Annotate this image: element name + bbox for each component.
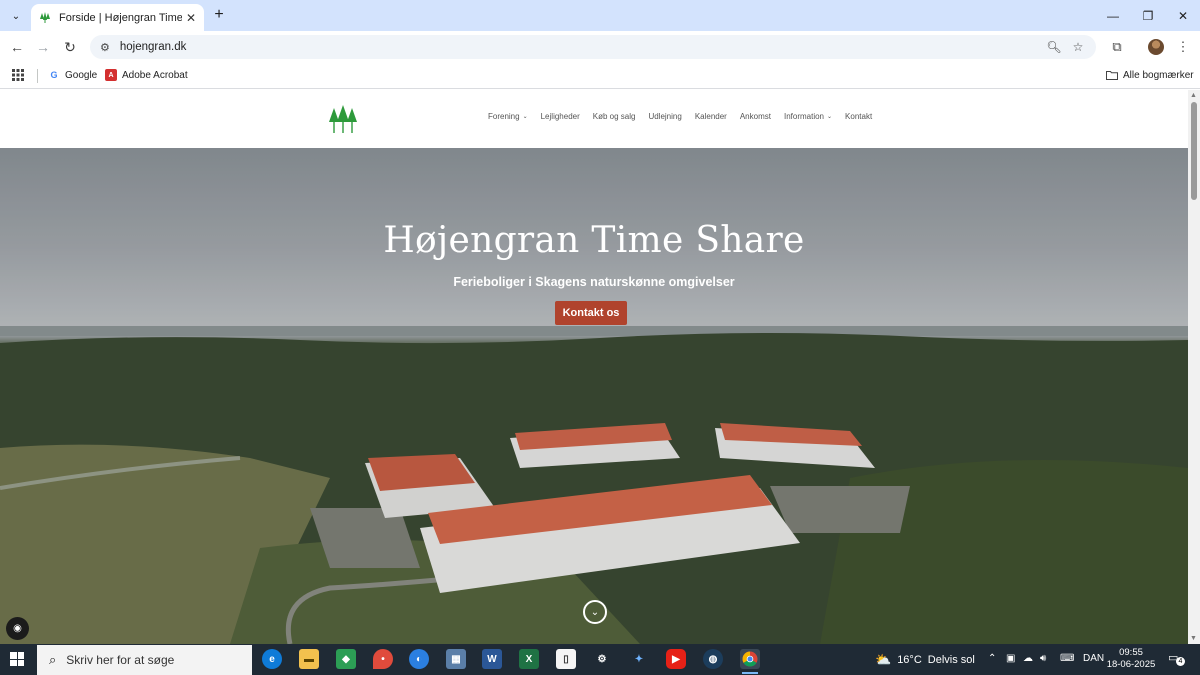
site-header: Forening ⌄ Lejligheder Køb og salg Udlejn…: [0, 90, 1188, 148]
tab-strip: ⌄ Forside | Højengran Time Share ✕ + — ❐…: [0, 0, 1200, 31]
weather-temp: 16°C: [897, 654, 922, 666]
browser-tab[interactable]: Forside | Højengran Time Share ✕: [31, 4, 204, 31]
forward-icon[interactable]: →: [32, 36, 54, 58]
nav-item-koeb-og-salg[interactable]: Køb og salg: [593, 112, 636, 121]
scroll-up-arrow-icon[interactable]: ▲: [1190, 92, 1197, 99]
scroll-down-arrow-icon[interactable]: ▼: [1190, 635, 1197, 642]
accessibility-toggle-icon[interactable]: ◉: [6, 617, 29, 640]
bookmarks-bar: G Google A Adobe Acrobat Alle bogmærker: [0, 62, 1200, 89]
globe-icon[interactable]: ◐: [409, 649, 429, 669]
settings-gear-icon[interactable]: ⚙: [592, 649, 612, 669]
apps-grid-icon[interactable]: [12, 68, 24, 82]
clock-date: 18-06-2025: [1106, 659, 1156, 670]
taskbar-search-box[interactable]: ⌕ Skriv her for at søge: [37, 645, 252, 675]
calculator-icon[interactable]: ▦: [446, 649, 466, 669]
tab-title: Forside | Højengran Time Share: [59, 11, 182, 24]
windows-start-icon[interactable]: [10, 652, 24, 666]
hero-section: Højengran Time Share Ferieboliger i Skag…: [0, 148, 1188, 644]
scrollbar-thumb[interactable]: [1191, 102, 1197, 200]
youtube-icon[interactable]: ▶: [666, 649, 686, 669]
keyboard-icon[interactable]: ⌨: [1060, 653, 1074, 664]
close-tab-icon[interactable]: ✕: [186, 11, 196, 25]
nav-label: Kontakt: [845, 112, 873, 121]
nav-item-forening[interactable]: Forening ⌄: [488, 112, 528, 121]
vpn-globe-icon[interactable]: ◍: [703, 649, 723, 669]
nav-label: Lejligheder: [540, 112, 580, 121]
adobe-acrobat-icon: A: [105, 69, 117, 81]
taskbar-search-placeholder: Skriv her for at søge: [66, 653, 175, 667]
show-hidden-icons-chevron-icon[interactable]: ⌃: [988, 653, 996, 664]
search-icon: ⌕: [49, 652, 57, 667]
clock[interactable]: 09:55 18-06-2025: [1105, 647, 1157, 671]
hero-title: Højengran Time Share: [383, 220, 805, 261]
bookmark-star-icon[interactable]: ☆: [1069, 38, 1087, 56]
word-icon[interactable]: W: [482, 649, 502, 669]
language-indicator[interactable]: DAN: [1083, 653, 1104, 664]
notepad-icon[interactable]: ▯: [556, 649, 576, 669]
site-logo[interactable]: [327, 103, 359, 135]
extensions-icon[interactable]: ⧉: [1107, 37, 1127, 57]
nav-label: Information: [783, 112, 824, 121]
bookmark-label: Adobe Acrobat: [122, 69, 188, 81]
nav-label: Forening: [488, 112, 520, 121]
all-bookmarks-label: Alle bogmærker: [1123, 69, 1194, 81]
chevron-down-icon: ⌄: [522, 114, 528, 120]
folder-icon: [1106, 69, 1118, 81]
zoom-icon[interactable]: 🔍︎: [1045, 38, 1063, 56]
nav-item-kontakt[interactable]: Kontakt: [845, 112, 872, 121]
all-bookmarks[interactable]: Alle bogmærker: [1106, 68, 1194, 82]
site-favicon-icon: [39, 11, 51, 24]
reload-icon[interactable]: ↻: [59, 36, 81, 58]
nav-label: Kalender: [694, 112, 727, 121]
windows-taskbar: ⌕ Skriv her for at søge e ▬ ◆ • ◐ ▦ W X …: [0, 644, 1200, 675]
hero-subtitle: Ferieboliger i Skagens naturskønne omgiv…: [453, 275, 735, 289]
browser-toolbar: ← → ↻ ⚙ hojengran.dk 🔍︎ ☆ ⧉ ⋮: [0, 31, 1200, 62]
chrome-icon[interactable]: [740, 649, 760, 674]
volume-icon[interactable]: 🔊︎: [1040, 653, 1046, 664]
web-page: Forening ⌄ Lejligheder Køb og salg Udlejn…: [0, 90, 1188, 644]
nav-item-lejligheder[interactable]: Lejligheder: [541, 112, 580, 121]
nav-item-udlejning[interactable]: Udlejning: [648, 112, 681, 121]
file-explorer-icon[interactable]: ▬: [299, 649, 319, 669]
new-tab-button[interactable]: +: [210, 6, 228, 24]
address-bar[interactable]: ⚙ hojengran.dk: [90, 35, 1096, 59]
nav-label: Køb og salg: [592, 112, 636, 121]
weather-widget[interactable]: ⛅ 16°C Delvis sol: [875, 652, 975, 668]
partly-sunny-icon: ⛅: [875, 652, 892, 667]
edge-icon[interactable]: e: [262, 649, 282, 669]
profile-avatar[interactable]: [1148, 39, 1164, 55]
excel-icon[interactable]: X: [519, 649, 539, 669]
weather-desc: Delvis sol: [927, 654, 975, 666]
onedrive-cloud-icon[interactable]: ☁: [1023, 653, 1033, 664]
clock-time: 09:55: [1119, 647, 1143, 658]
nav-item-information[interactable]: Information ⌄: [784, 112, 832, 121]
nav-label: Ankomst: [739, 112, 771, 121]
bookmark-label: Google: [65, 69, 98, 81]
chevron-down-icon: ⌄: [827, 114, 833, 120]
site-settings-icon[interactable]: ⚙: [100, 41, 110, 54]
close-window-icon[interactable]: ✕: [1160, 0, 1200, 31]
nav-item-ankomst[interactable]: Ankomst: [740, 112, 771, 121]
scroll-down-chevron-icon[interactable]: ⌄: [583, 600, 607, 624]
copilot-icon[interactable]: ✦: [629, 649, 649, 669]
google-icon: G: [50, 70, 58, 80]
nav-label: Udlejning: [648, 112, 682, 121]
bookmark-adobe-acrobat[interactable]: A Adobe Acrobat: [105, 68, 188, 82]
bookmarks-divider: [37, 69, 38, 83]
bookmark-google[interactable]: G Google: [48, 68, 97, 82]
menu-kebab-icon[interactable]: ⋮: [1173, 37, 1193, 57]
notification-count: 4: [1176, 657, 1185, 666]
location-pin-icon[interactable]: •: [373, 649, 393, 669]
url-text: hojengran.dk: [119, 41, 187, 53]
contact-us-button[interactable]: Kontakt os: [555, 301, 627, 325]
nav-item-kalender[interactable]: Kalender: [695, 112, 727, 121]
tab-search-chevron-icon[interactable]: ⌄: [6, 6, 26, 26]
meet-now-icon[interactable]: ▣: [1006, 653, 1015, 664]
notification-center-icon[interactable]: ▭ 4: [1168, 651, 1186, 667]
page-scrollbar[interactable]: ▲ ▼: [1188, 90, 1200, 644]
maps-icon[interactable]: ◆: [336, 649, 356, 669]
back-icon[interactable]: ←: [6, 36, 28, 58]
main-navigation: Forening ⌄ Lejligheder Køb og salg Udlejn…: [488, 112, 885, 121]
